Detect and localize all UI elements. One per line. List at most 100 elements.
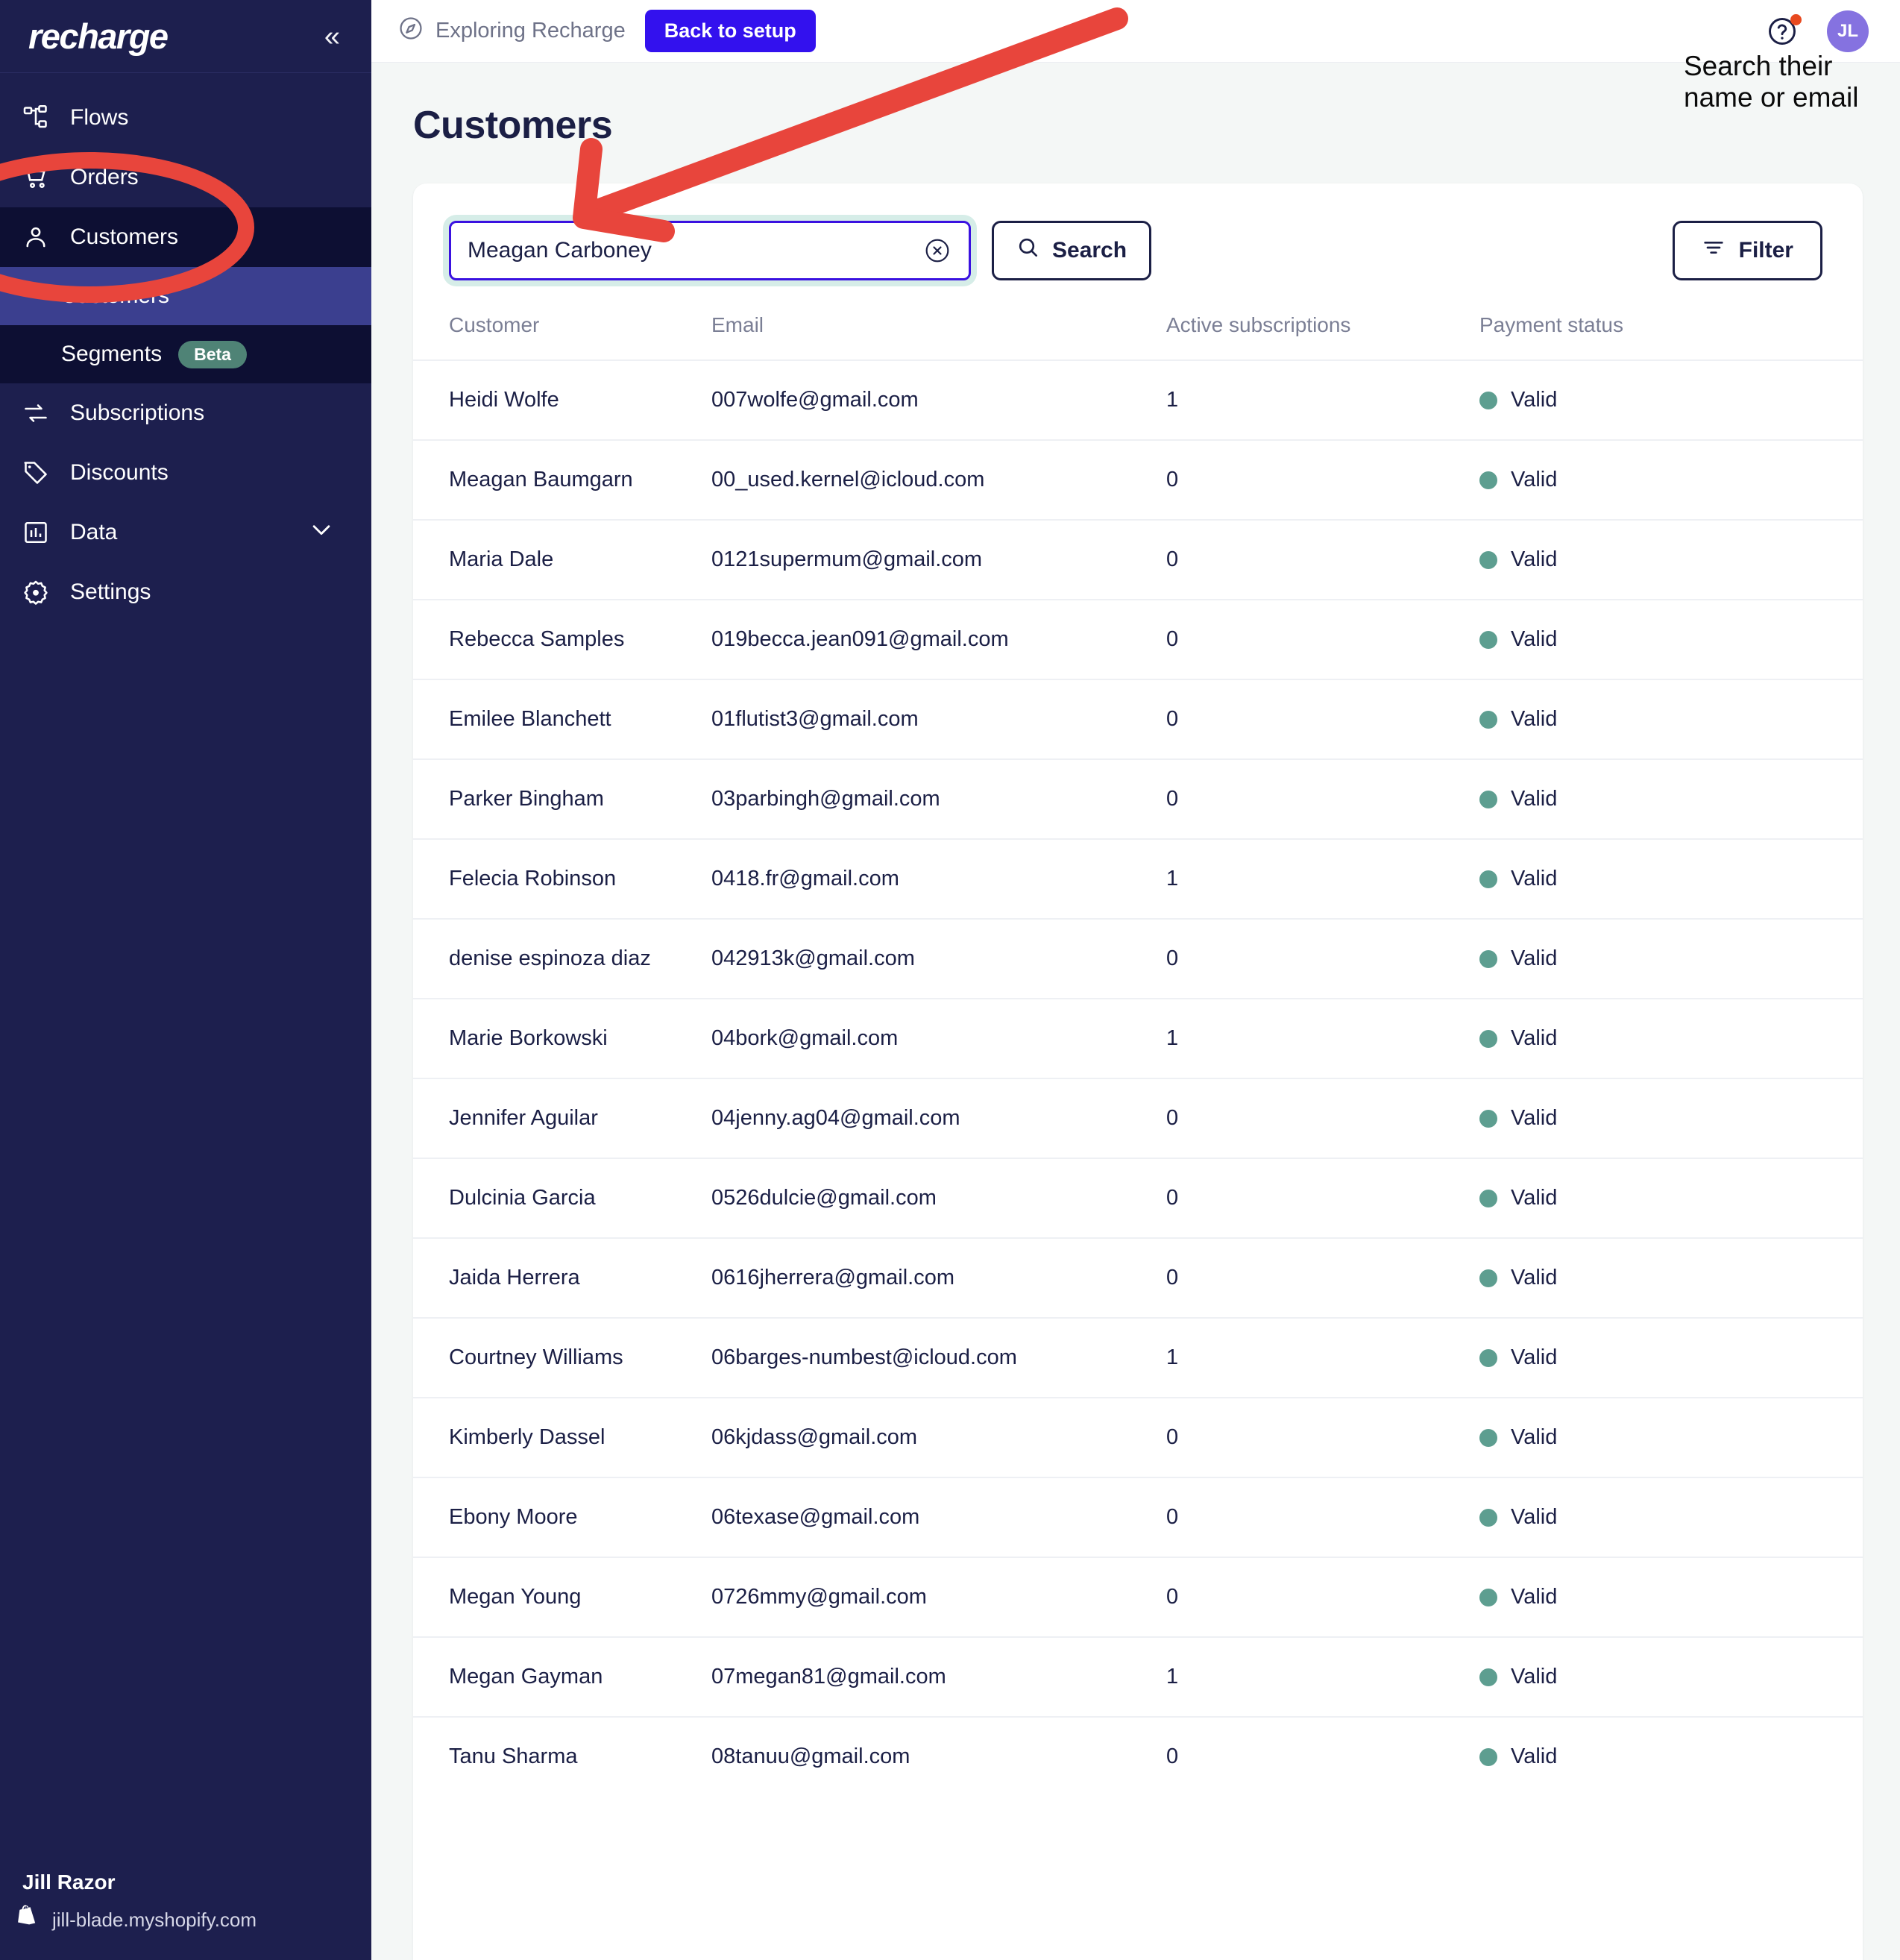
sidebar-subitem-customers[interactable]: Customers [0,267,371,325]
table-row[interactable]: Megan Gayman07megan81@gmail.com1Valid [413,1637,1863,1717]
cell-customer[interactable]: denise espinoza diaz [413,919,711,999]
cell-customer[interactable]: Megan Young [413,1557,711,1637]
table-row[interactable]: denise espinoza diaz042913k@gmail.com0Va… [413,919,1863,999]
status-badge: Valid [1479,1425,1863,1450]
filter-button[interactable]: Filter [1673,221,1822,280]
help-button[interactable] [1766,15,1799,48]
magnifier-icon [1016,236,1040,266]
tag-icon [21,458,51,488]
status-badge: Valid [1479,547,1863,572]
sidebar-header: recharge « [0,0,371,73]
cell-customer[interactable]: Parker Bingham [413,759,711,839]
top-bar: Exploring Recharge Back to setup JL [371,0,1900,63]
cell-customer[interactable]: Maria Dale [413,520,711,600]
sidebar-item-discounts[interactable]: Discounts [0,443,371,503]
status-label: Valid [1511,1585,1557,1609]
cell-customer[interactable]: Ebony Moore [413,1477,711,1557]
user-name: Jill Razor [16,1871,371,1894]
shop-domain: jill-blade.myshopify.com [52,1909,257,1932]
status-dot-icon [1479,1190,1497,1207]
status-badge: Valid [1479,1345,1863,1370]
cell-customer[interactable]: Meagan Baumgarn [413,440,711,520]
table-row[interactable]: Dulcinia Garcia0526dulcie@gmail.com0Vali… [413,1158,1863,1238]
cell-customer[interactable]: Dulcinia Garcia [413,1158,711,1238]
table-row[interactable]: Jaida Herrera0616jherrera@gmail.com0Vali… [413,1238,1863,1318]
sidebar-item-data[interactable]: Data [0,503,371,562]
topbar-actions: JL [1766,10,1869,52]
application-root: recharge « Flows Orders [0,0,1900,1960]
cell-customer[interactable]: Marie Borkowski [413,999,711,1078]
sidebar-item-label: Data [70,520,117,545]
status-label: Valid [1511,867,1557,891]
sidebar-item-settings[interactable]: Settings [0,562,371,622]
customers-table: Customer Email Active subscriptions Paym… [413,313,1863,1796]
chevron-down-icon[interactable] [309,517,334,548]
column-header-payment-status[interactable]: Payment status [1479,313,1863,360]
sidebar-item-orders[interactable]: Orders [0,148,371,207]
status-dot-icon [1479,392,1497,409]
cell-payment-status: Valid [1479,679,1863,759]
cell-customer[interactable]: Tanu Sharma [413,1717,711,1796]
sidebar-subitem-segments[interactable]: Segments Beta [0,325,371,383]
sidebar-item-flows[interactable]: Flows [0,88,371,148]
status-badge: Valid [1479,1505,1863,1530]
table-row[interactable]: Tanu Sharma08tanuu@gmail.com0Valid [413,1717,1863,1796]
status-label: Valid [1511,946,1557,971]
collapse-sidebar-icon[interactable]: « [324,22,340,51]
cell-active-subscriptions: 0 [1166,520,1479,600]
column-header-customer[interactable]: Customer [413,313,711,360]
table-row[interactable]: Maria Dale0121supermum@gmail.com0Valid [413,520,1863,600]
column-header-active-subscriptions[interactable]: Active subscriptions [1166,313,1479,360]
status-dot-icon [1479,1589,1497,1606]
table-row[interactable]: Parker Bingham03parbingh@gmail.com0Valid [413,759,1863,839]
sidebar-item-subscriptions[interactable]: Subscriptions [0,383,371,443]
search-input[interactable] [468,238,922,263]
cell-customer[interactable]: Felecia Robinson [413,839,711,919]
clear-search-icon[interactable] [922,236,952,266]
table-row[interactable]: Ebony Moore06texase@gmail.com0Valid [413,1477,1863,1557]
cell-customer[interactable]: Rebecca Samples [413,600,711,679]
cell-email: 07megan81@gmail.com [711,1637,1166,1717]
status-badge: Valid [1479,707,1863,732]
cell-active-subscriptions: 0 [1166,1477,1479,1557]
cell-customer[interactable]: Kimberly Dassel [413,1398,711,1477]
cell-customer[interactable]: Heidi Wolfe [413,360,711,440]
avatar[interactable]: JL [1827,10,1869,52]
cell-customer[interactable]: Courtney Williams [413,1318,711,1398]
cell-customer[interactable]: Jaida Herrera [413,1238,711,1318]
table-row[interactable]: Kimberly Dassel06kjdass@gmail.com0Valid [413,1398,1863,1477]
table-row[interactable]: Courtney Williams06barges-numbest@icloud… [413,1318,1863,1398]
table-row[interactable]: Rebecca Samples019becca.jean091@gmail.co… [413,600,1863,679]
status-dot-icon [1479,1668,1497,1686]
status-badge: Valid [1479,627,1863,652]
table-row[interactable]: Emilee Blanchett01flutist3@gmail.com0Val… [413,679,1863,759]
status-dot-icon [1479,950,1497,968]
status-dot-icon [1479,631,1497,649]
cell-customer[interactable]: Megan Gayman [413,1637,711,1717]
column-header-email[interactable]: Email [711,313,1166,360]
search-button[interactable]: Search [992,221,1151,280]
sidebar-item-customers[interactable]: Customers [0,207,371,267]
cell-email: 007wolfe@gmail.com [711,360,1166,440]
cell-customer[interactable]: Emilee Blanchett [413,679,711,759]
cell-customer[interactable]: Jennifer Aguilar [413,1078,711,1158]
status-badge: Valid [1479,468,1863,492]
cell-active-subscriptions: 0 [1166,600,1479,679]
status-badge: Valid [1479,1665,1863,1689]
table-row[interactable]: Jennifer Aguilar04jenny.ag04@gmail.com0V… [413,1078,1863,1158]
exploring-recharge[interactable]: Exploring Recharge [398,16,626,47]
shop-row[interactable]: jill-blade.myshopify.com [16,1905,371,1935]
table-row[interactable]: Marie Borkowski04bork@gmail.com1Valid [413,999,1863,1078]
search-field-container[interactable] [449,221,971,280]
table-row[interactable]: Heidi Wolfe007wolfe@gmail.com1Valid [413,360,1863,440]
refresh-icon [21,398,51,428]
status-dot-icon [1479,791,1497,808]
main-content: Exploring Recharge Back to setup JL Cust… [371,0,1900,1960]
table-row[interactable]: Megan Young0726mmy@gmail.com0Valid [413,1557,1863,1637]
table-row[interactable]: Meagan Baumgarn00_used.kernel@icloud.com… [413,440,1863,520]
table-row[interactable]: Felecia Robinson0418.fr@gmail.com1Valid [413,839,1863,919]
back-to-setup-button[interactable]: Back to setup [645,10,816,52]
status-badge: Valid [1479,867,1863,891]
beta-badge: Beta [178,341,247,368]
cell-payment-status: Valid [1479,1158,1863,1238]
